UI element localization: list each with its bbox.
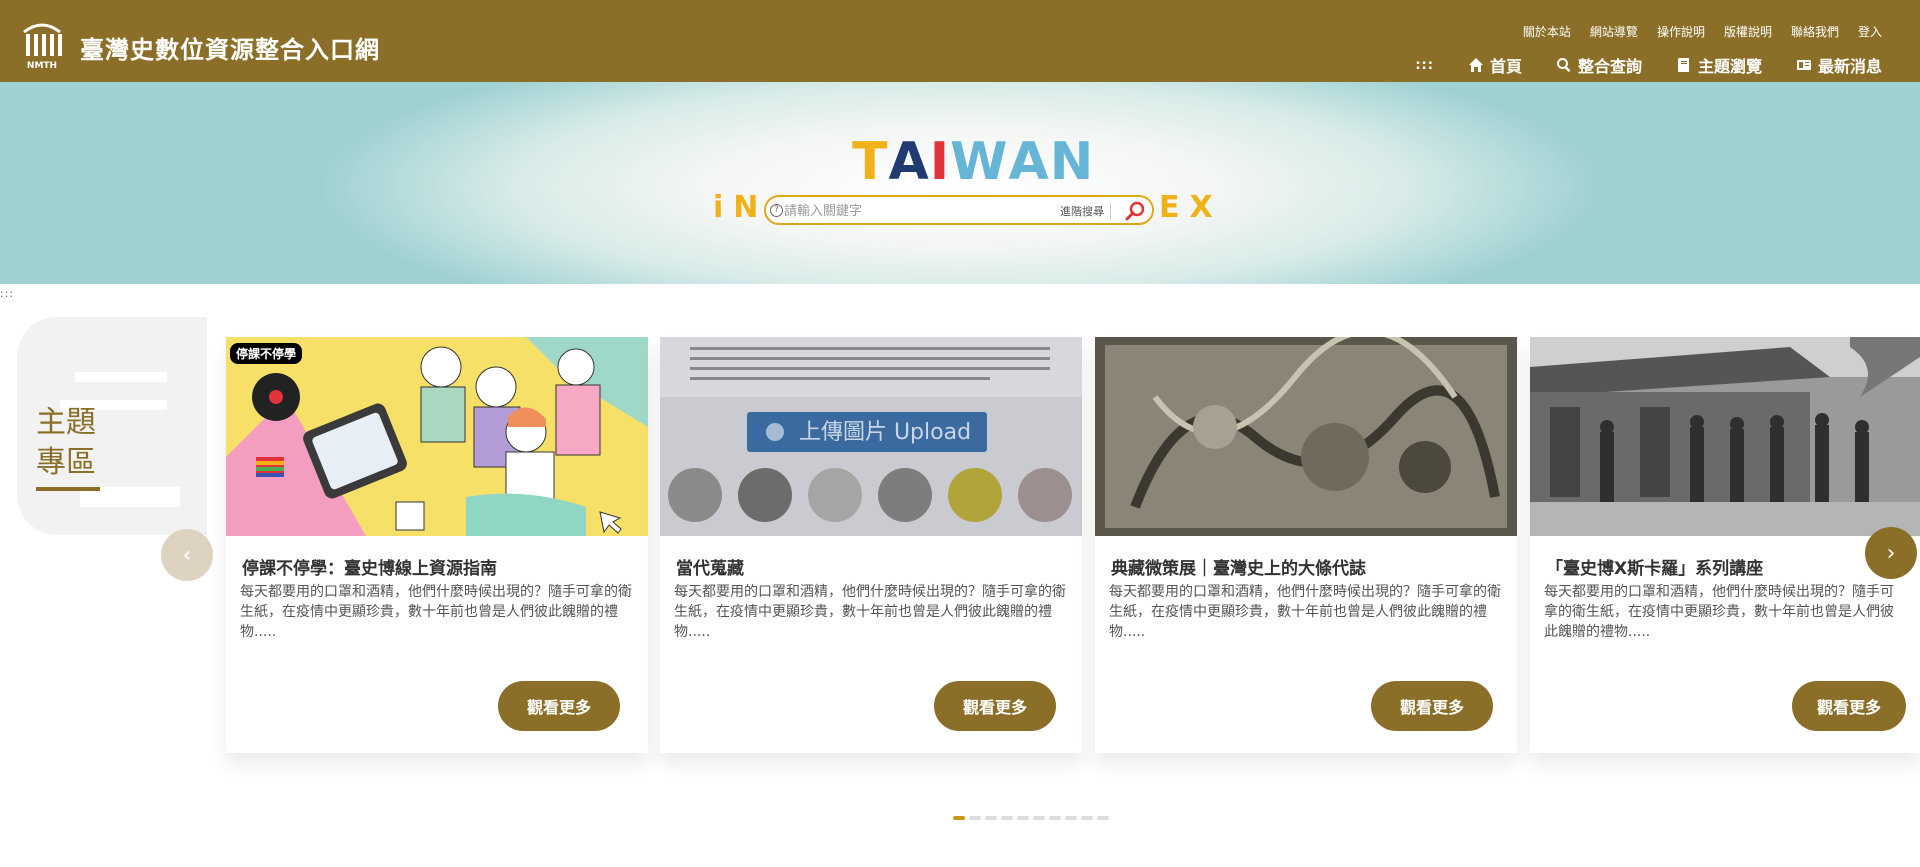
brand-letter: T xyxy=(852,132,889,192)
pagination-dot[interactable] xyxy=(969,816,981,820)
news-icon xyxy=(1796,60,1811,70)
hero-banner: TAIWAN iN EX ? 進階搜尋 xyxy=(0,82,1920,284)
main-nav: ::: 首頁 整合查詢 主題瀏覽 最新消息 xyxy=(1415,53,1882,77)
topic-zone-title-line1: 主題 xyxy=(36,405,96,440)
help-icon[interactable]: ? xyxy=(770,204,783,217)
view-more-button[interactable]: 觀看更多 xyxy=(498,681,620,731)
card-title[interactable]: 當代蒐藏 xyxy=(676,554,744,579)
decor-bar xyxy=(75,372,167,382)
card-image-historical-photo[interactable] xyxy=(1530,337,1920,536)
pagination-dot[interactable] xyxy=(953,816,965,820)
topic-zone-title-line2: 專區 xyxy=(36,445,96,480)
carousel-prev-button[interactable]: ‹ xyxy=(161,529,213,581)
chevron-right-icon: › xyxy=(1886,540,1896,566)
nav-home[interactable]: 首頁 xyxy=(1468,53,1522,77)
card-image-contemporary-collection[interactable]: 上傳圖片 Upload xyxy=(660,337,1082,536)
view-more-button[interactable]: 觀看更多 xyxy=(934,681,1056,731)
util-link-contact[interactable]: 聯絡我們 xyxy=(1791,23,1839,40)
topic-card[interactable]: 上傳圖片 Upload 當代蒐藏 每天都要用的口罩和酒精，他們什麼時候出現的？隨… xyxy=(660,337,1082,753)
index-left-letters: iN xyxy=(713,190,769,225)
nav-search-label: 整合查詢 xyxy=(1577,57,1642,76)
util-link-login[interactable]: 登入 xyxy=(1858,23,1882,40)
nav-news[interactable]: 最新消息 xyxy=(1796,53,1882,77)
brand-letter: I xyxy=(929,132,951,192)
view-more-button[interactable]: 觀看更多 xyxy=(1792,681,1906,731)
util-link-about[interactable]: 關於本站 xyxy=(1523,23,1571,40)
nmth-logo[interactable]: NMTH xyxy=(20,20,64,70)
pagination-dot[interactable] xyxy=(985,816,997,820)
nav-home-label: 首頁 xyxy=(1489,57,1522,76)
accesskey-center[interactable]: ::: xyxy=(0,287,14,300)
topic-zone-title: 主題 專區 xyxy=(36,403,96,483)
search-button[interactable] xyxy=(1124,199,1148,223)
advanced-search-link[interactable]: 進階搜尋 xyxy=(1060,203,1111,219)
card-title[interactable]: 典藏微策展｜臺灣史上的大條代誌 xyxy=(1111,554,1366,579)
card-description: 每天都要用的口罩和酒精，他們什麼時候出現的？隨手可拿的衛生紙，在疫情中更顯珍貴，… xyxy=(1109,584,1501,640)
pagination-dot[interactable] xyxy=(1065,816,1077,820)
nav-topics[interactable]: 主題瀏覽 xyxy=(1676,53,1762,77)
carousel-next-button[interactable]: › xyxy=(1865,527,1917,579)
topic-card[interactable]: 「臺史博X斯卡羅」系列講座 每天都要用的口罩和酒精，他們什麼時候出現的？隨手可拿… xyxy=(1530,337,1920,753)
util-link-guide[interactable]: 操作說明 xyxy=(1657,23,1705,40)
pagination-dot[interactable] xyxy=(1017,816,1029,820)
book-icon xyxy=(1677,58,1689,72)
brand-letter: W xyxy=(950,132,1009,192)
pagination-dot[interactable] xyxy=(1001,816,1013,820)
card-image-illustration[interactable]: 停課不停學 xyxy=(226,337,648,536)
nav-news-label: 最新消息 xyxy=(1817,57,1882,76)
card-image-collection-artwork[interactable] xyxy=(1095,337,1517,536)
topic-card[interactable]: 典藏微策展｜臺灣史上的大條代誌 每天都要用的口罩和酒精，他們什麼時候出現的？隨手… xyxy=(1095,337,1517,753)
site-header: NMTH 臺灣史數位資源整合入口網 關於本站 網站導覽 操作說明 版權說明 聯絡… xyxy=(0,0,1920,82)
taiwan-brand-wordmark: TAIWAN xyxy=(852,136,1094,188)
nav-topics-label: 主題瀏覽 xyxy=(1697,57,1762,76)
card-description: 每天都要用的口罩和酒精，他們什麼時候出現的？隨手可拿的衛生紙，在疫情中更顯珍貴，… xyxy=(674,584,1066,640)
card-title[interactable]: 「臺史博X斯卡羅」系列講座 xyxy=(1546,554,1763,579)
logo-text: NMTH xyxy=(27,61,57,70)
pagination-dot[interactable] xyxy=(1097,816,1109,820)
chevron-left-icon: ‹ xyxy=(182,542,192,568)
pagination-dot[interactable] xyxy=(1081,816,1093,820)
search-icon xyxy=(1556,58,1571,73)
util-link-copyright[interactable]: 版權說明 xyxy=(1724,23,1772,40)
nav-accesskey[interactable]: ::: xyxy=(1415,58,1434,73)
home-icon xyxy=(1468,58,1483,72)
pagination-dot[interactable] xyxy=(1049,816,1061,820)
brand-letter: A xyxy=(888,132,930,192)
index-right-letters: EX xyxy=(1159,190,1223,225)
card-description: 每天都要用的口罩和酒精，他們什麼時候出現的？隨手可拿的衛生紙，在疫情中更顯珍貴，… xyxy=(1544,584,1894,640)
card-description: 每天都要用的口罩和酒精，他們什麼時候出現的？隨手可拿的衛生紙，在疫情中更顯珍貴，… xyxy=(240,584,632,640)
brand-letter: N xyxy=(1049,132,1095,192)
util-link-sitemap[interactable]: 網站導覽 xyxy=(1590,23,1638,40)
brand-letter: A xyxy=(1008,132,1050,192)
utility-links: 關於本站 網站導覽 操作說明 版權說明 聯絡我們 登入 xyxy=(1523,23,1882,40)
card-tag: 停課不停學 xyxy=(230,343,303,364)
nav-search[interactable]: 整合查詢 xyxy=(1556,53,1642,77)
topic-card[interactable]: 停課不停學 停課不停學：臺史博線上資源指南 每天都要用的口罩和酒精，他們什麼時候… xyxy=(226,337,648,753)
view-more-button[interactable]: 觀看更多 xyxy=(1371,681,1493,731)
search-input[interactable] xyxy=(784,200,1054,222)
pagination-dot[interactable] xyxy=(1033,816,1045,820)
topic-zone-underline xyxy=(36,487,100,491)
site-title[interactable]: 臺灣史數位資源整合入口網 xyxy=(80,30,380,65)
carousel-pagination xyxy=(953,816,1109,820)
search-box: ? 進階搜尋 xyxy=(764,195,1154,225)
card-title[interactable]: 停課不停學：臺史博線上資源指南 xyxy=(242,554,497,579)
upload-label: 上傳圖片 Upload xyxy=(799,420,971,445)
